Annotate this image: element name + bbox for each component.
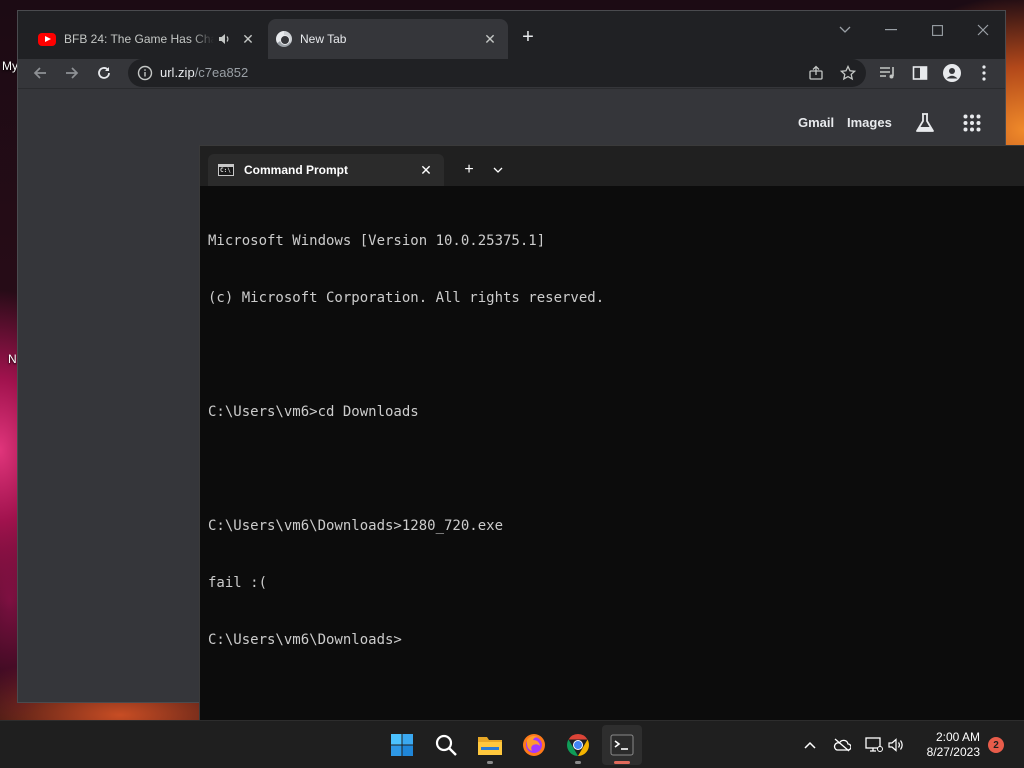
file-explorer-icon xyxy=(478,737,502,755)
address-url: url.zip/c7ea852 xyxy=(160,65,248,80)
labs-flask-icon[interactable] xyxy=(911,109,939,137)
terminal-line: (c) Microsoft Corporation. All rights re… xyxy=(208,290,605,306)
profile-icon[interactable] xyxy=(938,59,966,87)
close-tab-icon[interactable]: ✕ xyxy=(480,29,500,49)
media-controls-icon[interactable] xyxy=(874,59,902,87)
share-icon[interactable] xyxy=(804,61,828,85)
system-clock[interactable]: 2:00 AM 8/27/2023 xyxy=(918,730,980,760)
side-panel-icon[interactable] xyxy=(906,59,934,87)
terminal-line: Microsoft Windows [Version 10.0.25375.1] xyxy=(208,233,546,249)
start-button[interactable] xyxy=(382,725,422,765)
notification-badge[interactable]: 2 xyxy=(988,737,1004,753)
new-tab-button[interactable]: + xyxy=(516,25,540,49)
close-tab-icon[interactable]: ✕ xyxy=(238,29,258,49)
terminal-icon xyxy=(610,734,634,756)
chrome-button[interactable] xyxy=(558,725,598,765)
browser-tab-youtube[interactable]: BFB 24: The Game Has Changed ✕ xyxy=(30,19,268,59)
firefox-button[interactable] xyxy=(514,725,554,765)
terminal-output[interactable]: Microsoft Windows [Version 10.0.25375.1]… xyxy=(208,194,604,688)
terminal-line: C:\Users\vm6\Downloads>1280_720.exe xyxy=(208,518,504,534)
tab-title: BFB 24: The Game Has Changed xyxy=(64,32,214,46)
terminal-tab-title: Command Prompt xyxy=(244,163,349,177)
clock-time: 2:00 AM xyxy=(935,730,980,744)
volume-icon[interactable] xyxy=(884,733,908,757)
start-icon xyxy=(391,734,413,756)
close-window-button[interactable] xyxy=(960,15,1006,45)
command-prompt-icon xyxy=(218,164,234,176)
google-apps-icon[interactable] xyxy=(958,109,986,137)
desktop-icon-label[interactable]: My xyxy=(2,59,18,73)
youtube-icon xyxy=(38,32,56,46)
terminal-window: Command Prompt ✕ + Microsoft Windows [Ve… xyxy=(199,145,1024,720)
url-host: url.zip xyxy=(160,65,195,80)
tab-search-icon[interactable] xyxy=(822,15,868,45)
site-info-icon[interactable] xyxy=(136,64,154,82)
forward-button[interactable] xyxy=(58,59,86,87)
maximize-button[interactable] xyxy=(914,15,960,45)
gmail-link[interactable]: Gmail xyxy=(798,115,834,130)
chrome-icon xyxy=(276,31,292,47)
clock-date: 8/27/2023 xyxy=(926,745,980,759)
terminal-prompt-line: C:\Users\vm6\Downloads> xyxy=(208,632,402,648)
search-button[interactable] xyxy=(426,725,466,765)
browser-tab-new-tab[interactable]: New Tab ✕ xyxy=(268,19,508,59)
browser-tabstrip: BFB 24: The Game Has Changed ✕ New Tab ✕… xyxy=(18,11,1005,59)
url-path: /c7ea852 xyxy=(194,65,249,80)
terminal-line: fail :( xyxy=(208,575,268,591)
speaker-icon[interactable] xyxy=(214,29,234,49)
show-hidden-icons-button[interactable] xyxy=(798,733,822,757)
close-tab-icon[interactable]: ✕ xyxy=(414,158,438,182)
terminal-button[interactable] xyxy=(602,725,642,765)
minimize-button[interactable] xyxy=(868,15,914,45)
back-button[interactable] xyxy=(26,59,54,87)
file-explorer-button[interactable] xyxy=(470,725,510,765)
images-link[interactable]: Images xyxy=(847,115,892,130)
taskbar: 2:00 AM 8/27/2023 2 xyxy=(0,720,1024,768)
desktop-icon-label[interactable]: N xyxy=(8,352,17,366)
chrome-icon xyxy=(567,734,589,756)
network-icon[interactable] xyxy=(862,733,886,757)
running-indicator xyxy=(575,761,581,764)
browser-toolbar: url.zip/c7ea852 xyxy=(18,59,1005,89)
active-indicator xyxy=(614,761,630,764)
terminal-dropdown-icon[interactable] xyxy=(486,158,510,182)
search-icon xyxy=(435,734,457,756)
firefox-icon xyxy=(523,734,545,756)
terminal-tab-command-prompt[interactable]: Command Prompt ✕ xyxy=(208,154,444,186)
bookmark-star-icon[interactable] xyxy=(836,61,860,85)
new-terminal-tab-button[interactable]: + xyxy=(457,158,481,182)
reload-button[interactable] xyxy=(90,59,118,87)
onedrive-icon[interactable] xyxy=(830,733,854,757)
tab-title: New Tab xyxy=(300,32,347,46)
menu-kebab-icon[interactable] xyxy=(970,59,998,87)
terminal-titlebar: Command Prompt ✕ + xyxy=(200,146,1024,186)
address-bar[interactable]: url.zip/c7ea852 xyxy=(128,59,866,87)
running-indicator xyxy=(487,761,493,764)
terminal-line: C:\Users\vm6>cd Downloads xyxy=(208,404,419,420)
